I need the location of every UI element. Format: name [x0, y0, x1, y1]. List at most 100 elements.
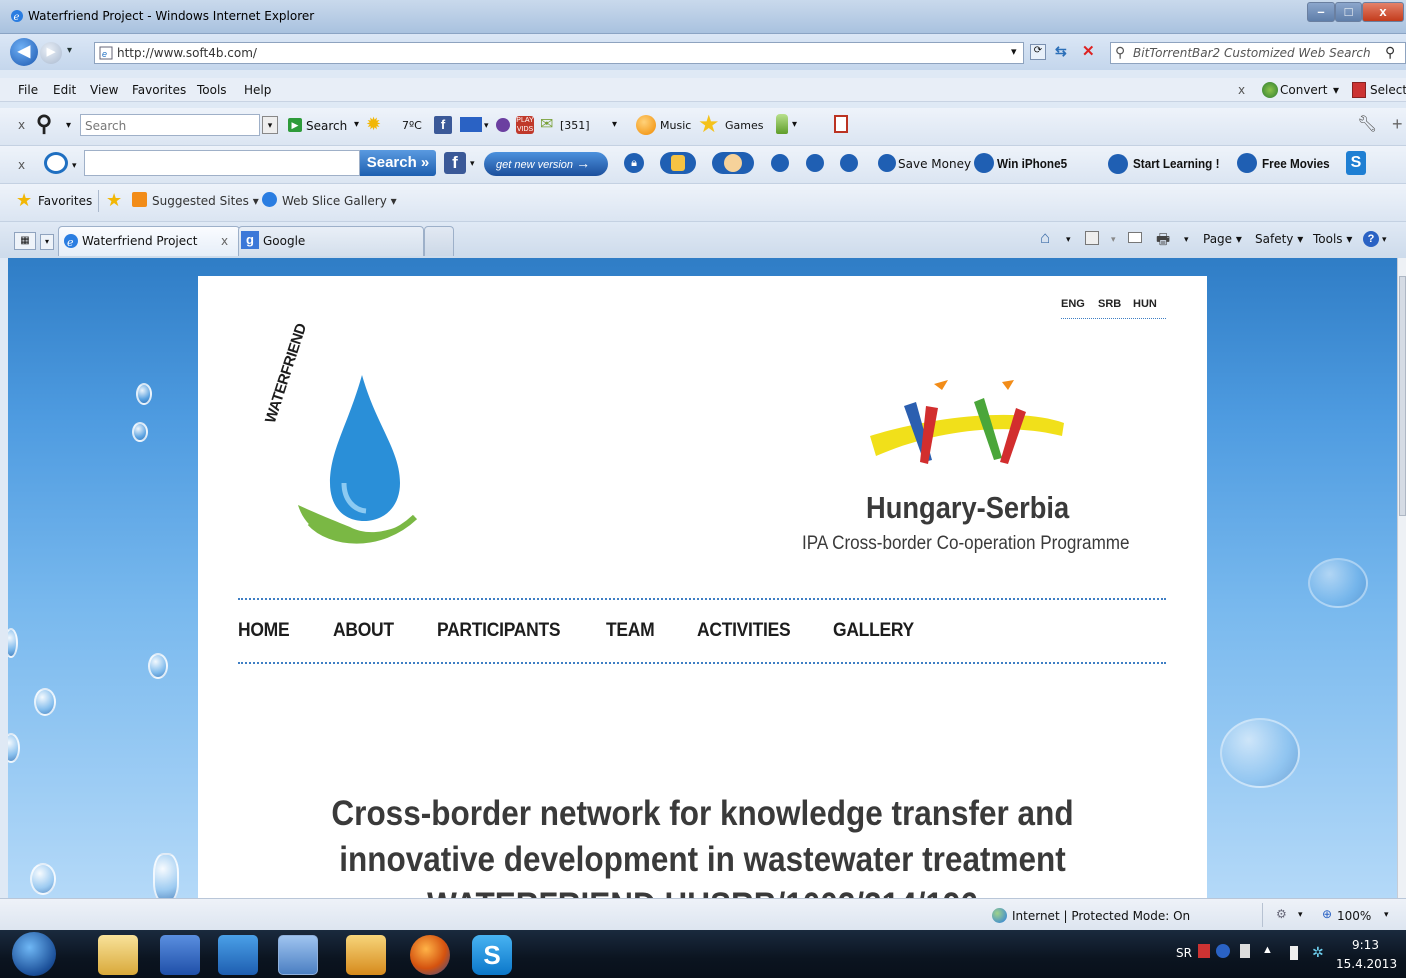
page-menu[interactable]: Page ▾ [1203, 232, 1242, 246]
new-tab-button[interactable] [424, 226, 454, 256]
wrench-icon[interactable]: 🔧︎ [1357, 114, 1377, 134]
mail-read-icon[interactable] [1128, 232, 1142, 243]
convert-dropdown-icon[interactable]: ▾ [1333, 83, 1339, 97]
lock-icon[interactable]: 🔒︎ [624, 153, 644, 173]
scrollbar-thumb[interactable] [1399, 276, 1406, 516]
quick-tabs-icon[interactable]: ▦ [14, 232, 36, 250]
start-learning-button[interactable]: Start Learning ! [1133, 156, 1219, 171]
home-icon[interactable]: ⌂ [1040, 228, 1050, 248]
minimize-button[interactable]: – [1307, 2, 1335, 22]
add-favorite-icon[interactable]: ★ [106, 190, 122, 211]
radio-icon[interactable] [496, 118, 510, 132]
web-slice-gallery-button[interactable]: Web Slice Gallery ▾ [282, 194, 397, 208]
music-button[interactable]: Music [660, 119, 691, 132]
smiley-app-icon[interactable] [712, 152, 754, 174]
toolbar-search-button[interactable]: Search [306, 119, 347, 133]
zoom-level[interactable]: 100% [1337, 909, 1371, 923]
get-new-version-button[interactable]: get new version → [484, 152, 608, 176]
mail-icon[interactable] [460, 117, 482, 132]
tools-menu[interactable]: Tools ▾ [1313, 232, 1352, 246]
tray-expand-icon[interactable]: ▲ [1262, 944, 1273, 956]
nav-home[interactable]: HOME [238, 620, 290, 642]
chat-icon[interactable] [771, 154, 789, 172]
vertical-scrollbar[interactable] [1397, 258, 1406, 898]
menu-favorites[interactable]: Favorites [132, 83, 186, 97]
forward-button[interactable]: ▶ [40, 42, 62, 64]
suggested-sites-button[interactable]: Suggested Sites ▾ [152, 194, 259, 208]
toolbar-search-icon[interactable]: ⚲ [36, 111, 52, 137]
lang-hun[interactable]: HUN [1133, 298, 1157, 310]
notifications-icon[interactable]: ✉ [540, 114, 553, 134]
start-button[interactable] [12, 932, 56, 976]
radio-app-icon[interactable] [660, 152, 696, 174]
menu-file[interactable]: File [18, 83, 38, 97]
share-dropdown-icon[interactable]: ▾ [470, 158, 475, 169]
nav-gallery[interactable]: GALLERY [833, 620, 914, 642]
mail-dropdown-icon[interactable]: ▾ [484, 120, 489, 131]
zoom-shield-icon[interactable]: ⚙︎ [1276, 907, 1287, 921]
facebook-share-icon[interactable]: f [444, 152, 466, 174]
help-dropdown-icon[interactable]: ▾ [1382, 234, 1387, 245]
save-money-button[interactable]: Save Money [898, 157, 971, 171]
toolbar-add-icon[interactable]: + [1392, 114, 1403, 135]
games-button[interactable]: Games [725, 119, 763, 132]
convert-button[interactable]: Convert [1280, 83, 1327, 97]
close-tab-button[interactable]: x [221, 234, 228, 248]
skype-icon[interactable]: S [1346, 151, 1366, 175]
input-language[interactable]: SR [1176, 946, 1192, 960]
print-dropdown-icon[interactable]: ▾ [1184, 234, 1189, 245]
lang-eng[interactable]: ENG [1061, 298, 1085, 310]
explorer-taskbar-icon[interactable] [98, 935, 138, 975]
zoom-dropdown-icon[interactable]: ▾ [1384, 909, 1389, 920]
brand-search-input[interactable] [84, 150, 360, 176]
music-icon[interactable] [636, 115, 656, 135]
skype-taskbar-icon[interactable]: S [472, 935, 512, 975]
print-icon[interactable]: 🖶︎ [1156, 229, 1170, 254]
select-button[interactable]: Select [1370, 83, 1406, 97]
brand-logo-icon[interactable] [44, 152, 68, 174]
compatibility-icon[interactable]: ⟳ [1030, 44, 1046, 60]
bottle-dropdown-icon[interactable]: ▾ [792, 119, 797, 130]
menu-help[interactable]: Help [244, 83, 271, 97]
daemon-taskbar-icon[interactable] [218, 935, 258, 975]
zoom-shield-dropdown[interactable]: ▾ [1298, 909, 1303, 920]
menu-edit[interactable]: Edit [53, 83, 76, 97]
clock-time[interactable]: 9:13 [1352, 938, 1379, 952]
ie-taskbar-icon[interactable] [278, 935, 318, 975]
notification-count[interactable]: [351] [560, 119, 590, 132]
ie-app-icon[interactable] [840, 154, 858, 172]
security-zone[interactable]: Internet | Protected Mode: On [1012, 909, 1190, 923]
search-input[interactable]: ⚲ BitTorrentBar2 Customized Web Search ⚲ [1110, 42, 1406, 64]
close-convert-bar[interactable]: x [1238, 83, 1245, 97]
tray-dropbox-icon[interactable]: ✲ [1312, 944, 1324, 961]
help-icon[interactable]: ? [1363, 231, 1379, 247]
close-window-button[interactable]: x [1362, 2, 1404, 22]
home-dropdown-icon[interactable]: ▾ [1066, 234, 1071, 245]
tray-help-icon[interactable] [1216, 944, 1230, 958]
tray-battery-icon[interactable] [1290, 946, 1298, 960]
lang-srb[interactable]: SRB [1098, 298, 1121, 310]
toolbar-search-dropdown[interactable]: ▾ [262, 116, 278, 134]
maximize-button[interactable]: □ [1335, 2, 1362, 22]
tray-flag-icon[interactable] [1198, 944, 1210, 958]
favorites-button[interactable]: Favorites [38, 194, 92, 208]
close-brand-toolbar[interactable]: x [18, 158, 25, 172]
close-toolbar-button[interactable]: x [18, 118, 25, 132]
games-star-icon[interactable]: ★ [698, 110, 720, 139]
search-go-icon[interactable]: ⚲ [1385, 44, 1395, 61]
brand-dropdown-icon[interactable]: ▾ [72, 160, 77, 171]
safety-menu[interactable]: Safety ▾ [1255, 232, 1303, 246]
back-button[interactable]: ◀ [10, 38, 38, 66]
win-iphone-button[interactable]: Win iPhone5 [997, 156, 1067, 171]
stop-icon[interactable]: ✕ [1082, 42, 1095, 60]
clock-icon[interactable] [806, 154, 824, 172]
search-go-button-icon[interactable]: ▶ [288, 118, 302, 132]
toolbar-dropdown-icon[interactable]: ▾ [66, 120, 71, 131]
address-dropdown-icon[interactable]: ▾ [1011, 45, 1017, 58]
refresh-icon[interactable]: ⇆ [1055, 43, 1067, 60]
clock-date[interactable]: 15.4.2013 [1336, 957, 1397, 971]
brand-search-button[interactable]: Search » [360, 150, 436, 176]
toolbar-search-input[interactable]: Search [80, 114, 260, 136]
feeds-icon[interactable] [1085, 231, 1099, 245]
firefox-taskbar-icon[interactable] [410, 935, 450, 975]
